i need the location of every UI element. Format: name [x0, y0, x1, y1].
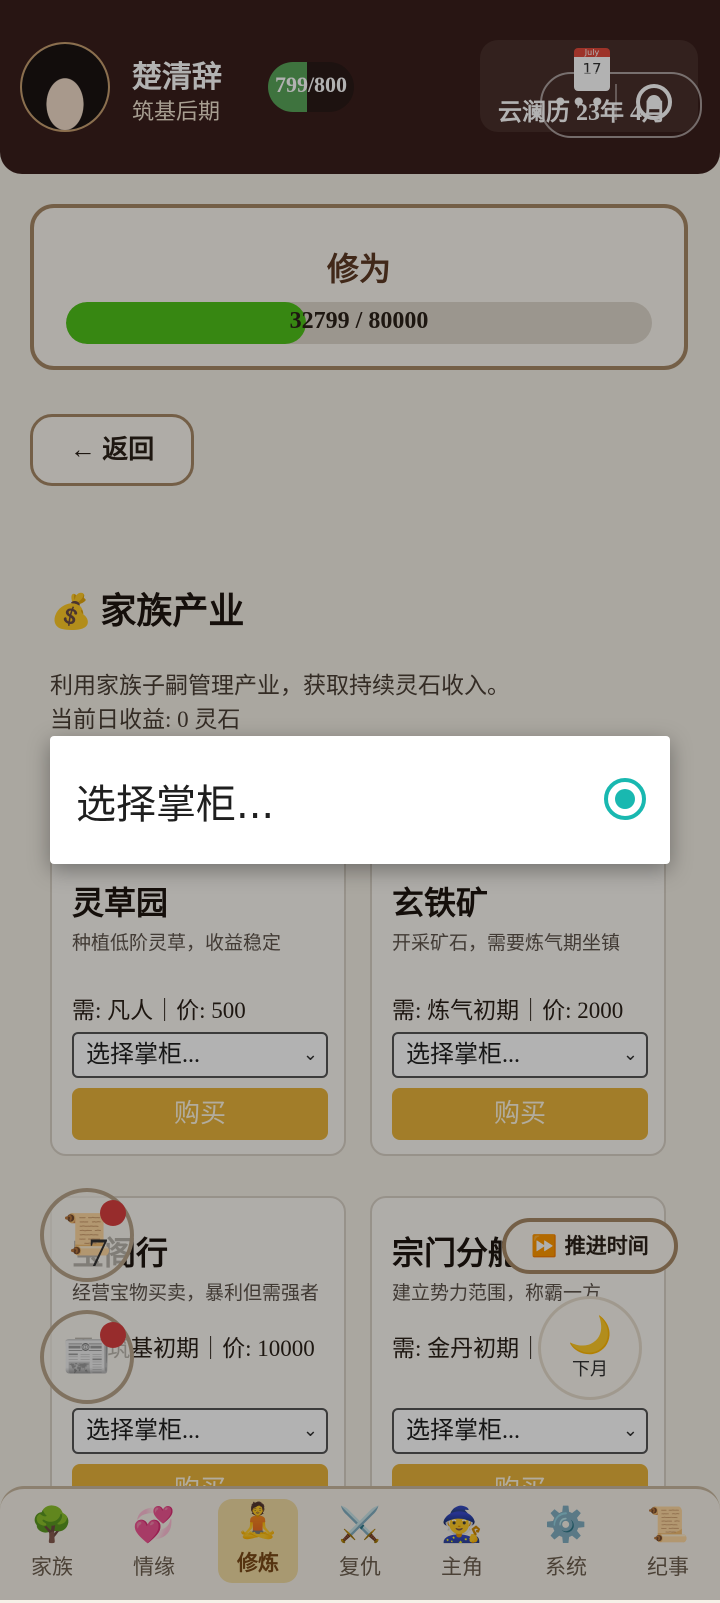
- radio-selected-icon[interactable]: [604, 778, 646, 820]
- select-dialog: 选择掌柜...: [50, 736, 670, 864]
- dialog-option-label[interactable]: 选择掌柜...: [76, 772, 274, 830]
